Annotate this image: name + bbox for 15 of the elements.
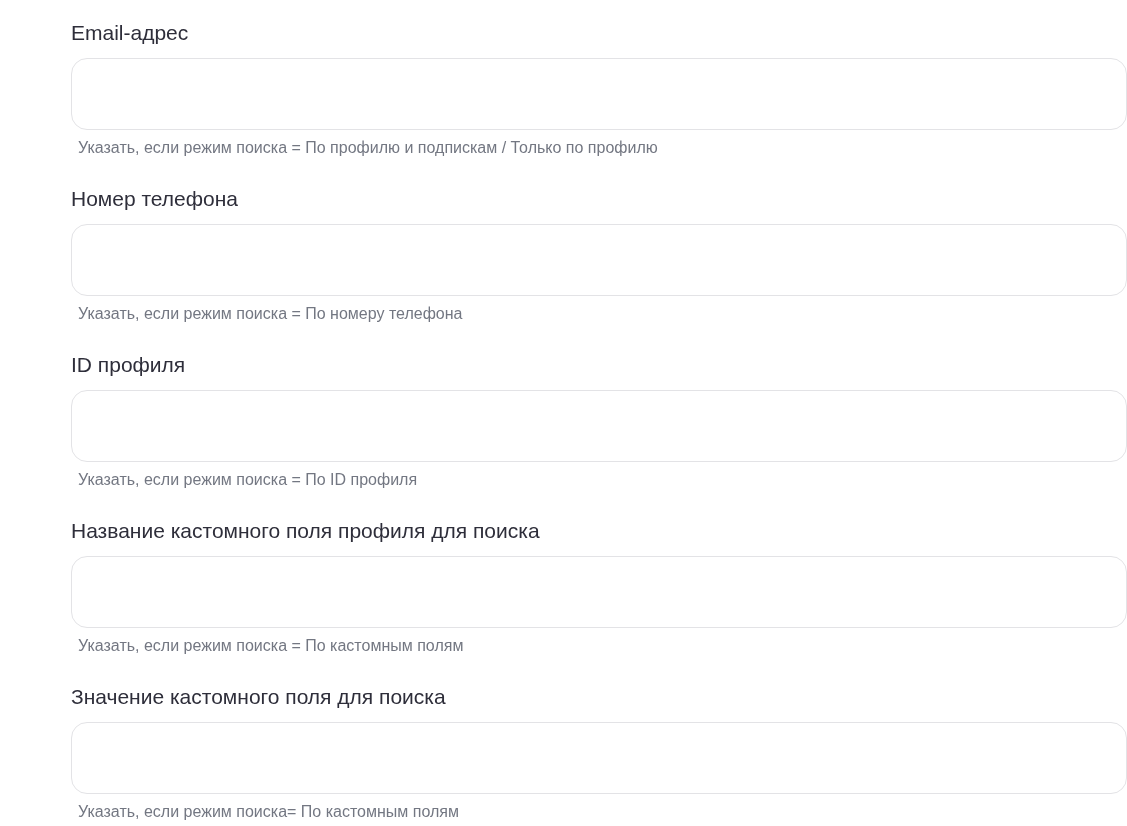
input-field[interactable] — [71, 390, 1127, 462]
input-field[interactable] — [71, 556, 1127, 628]
field-hint: Указать, если режим поиска= По кастомным полям — [78, 802, 459, 822]
field-hint: Указать, если режим поиска = По профилю и подпискам / Только по профилю — [78, 138, 658, 158]
field-hint: Указать, если режим поиска = По ID профиля — [78, 470, 418, 490]
field-label: Название кастомного поля профиля для поиска — [71, 518, 540, 544]
input-field[interactable] — [71, 722, 1127, 794]
field-label: ID профиля — [71, 352, 186, 378]
field-label: Значение кастомного поля для поиска — [71, 684, 446, 710]
field-hint: Указать, если режим поиска = По номеру телефона — [78, 304, 463, 324]
input-field[interactable] — [71, 58, 1127, 130]
field-hint: Указать, если режим поиска = По кастомным полям — [78, 636, 464, 656]
input-field[interactable] — [71, 224, 1127, 296]
field-label: Email-адрес — [71, 20, 189, 46]
field-label: Номер телефона — [71, 186, 238, 212]
